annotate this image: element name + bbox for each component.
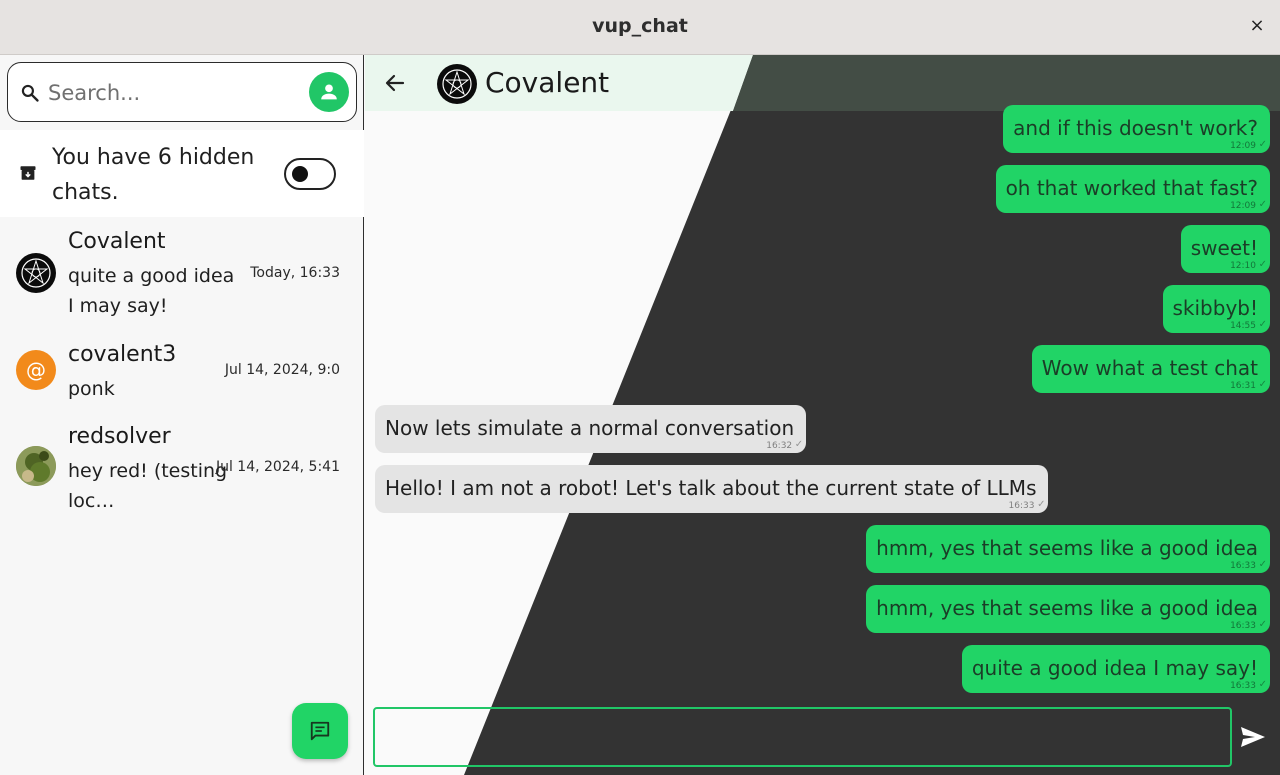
message-text: Hello! I am not a robot! Let's talk abou… (385, 476, 1037, 500)
sent-check-icon: ✓ (1258, 379, 1267, 390)
chat-time: Jul 14, 2024, 5:41 (215, 459, 340, 475)
chat-name: redsolver (68, 424, 171, 449)
message-bubble-outgoing[interactable]: quite a good idea I may say! 16:33 ✓ (961, 645, 1270, 693)
sent-check-icon: ✓ (1258, 619, 1267, 630)
person-icon (321, 84, 337, 100)
photo-avatar-icon (16, 446, 56, 486)
avatar: @ (16, 350, 56, 390)
chat-name: covalent3 (68, 342, 177, 367)
message-time: 16:32 (766, 441, 793, 451)
back-arrow-icon[interactable] (383, 71, 407, 95)
search-bar (7, 62, 357, 122)
close-button[interactable]: × (1248, 14, 1266, 38)
message-bubble-outgoing[interactable]: Wow what a test chat 16:31 ✓ (1031, 345, 1270, 393)
title-bar: vup_chat × (0, 0, 1280, 55)
avatar (16, 253, 56, 293)
message-time: 16:33 (1230, 681, 1256, 691)
message-bubble-outgoing[interactable]: hmm, yes that seems like a good idea 16:… (866, 525, 1270, 573)
message-bubble-outgoing[interactable]: and if this doesn't work? 12:09 ✓ (1003, 105, 1270, 153)
sent-check-icon: ✓ (1258, 559, 1267, 570)
pentagram-logo-icon (442, 69, 472, 99)
message-bubble-incoming[interactable]: Hello! I am not a robot! Let's talk abou… (375, 465, 1049, 513)
message-text: sweet! (1190, 236, 1258, 260)
chat-header: Covalent (365, 55, 1280, 111)
at-sign-icon: @ (26, 358, 46, 382)
message-bubble-outgoing[interactable]: hmm, yes that seems like a good idea 16:… (866, 585, 1270, 633)
profile-button[interactable] (309, 72, 349, 112)
message-bubble-outgoing[interactable]: skibbyb! 14:55 ✓ (1162, 285, 1270, 333)
contact-avatar[interactable] (437, 64, 477, 104)
message-bubble-outgoing[interactable]: oh that worked that fast? 12:09 ✓ (995, 165, 1270, 213)
message-text: hmm, yes that seems like a good idea (876, 596, 1258, 620)
hidden-chats-text: You have 6 hidden chats. (52, 145, 255, 205)
toggle-knob (292, 166, 308, 182)
chat-bubble-icon (310, 721, 330, 741)
sent-check-icon: ✓ (1258, 139, 1267, 150)
message-text: oh that worked that fast? (1005, 176, 1258, 200)
chat-list-item-redsolver[interactable]: redsolver hey red! (testing loc… Jul 14,… (0, 422, 364, 517)
pentagram-logo-icon (21, 258, 51, 288)
message-text: and if this doesn't work? (1013, 116, 1258, 140)
hidden-chats-toggle[interactable] (284, 158, 336, 190)
message-time: 12:09 (1230, 201, 1256, 211)
chat-preview: quite a good idea I may say! (68, 265, 235, 317)
new-chat-button[interactable] (292, 703, 348, 759)
message-text: Now lets simulate a normal conversation (385, 416, 795, 440)
chat-preview: ponk (68, 378, 115, 400)
message-text: skibbyb! (1172, 296, 1259, 320)
contact-name: Covalent (485, 66, 610, 99)
message-bubble-outgoing[interactable]: sweet! 12:10 ✓ (1180, 225, 1270, 273)
message-time: 16:33 (1230, 621, 1256, 631)
sent-check-icon: ✓ (1258, 679, 1267, 690)
sent-check-icon: ✓ (1258, 259, 1267, 270)
send-icon[interactable] (1239, 725, 1267, 749)
message-input[interactable] (375, 709, 1230, 765)
message-text: hmm, yes that seems like a good idea (876, 536, 1258, 560)
chat-list-item-covalent[interactable]: Covalent quite a good idea I may say! To… (0, 227, 364, 325)
message-text: quite a good idea I may say! (971, 656, 1258, 680)
chat-panel: Covalent and if this doesn't work? 12:09… (365, 55, 1280, 775)
message-composer (373, 707, 1232, 767)
chat-list-item-covalent3[interactable]: @ covalent3 ponk Jul 14, 2024, 9:0 (0, 340, 364, 410)
search-input[interactable] (48, 75, 298, 111)
sent-check-icon: ✓ (1258, 319, 1267, 330)
message-time: 16:33 (1230, 561, 1256, 571)
search-icon (21, 84, 39, 102)
chat-name: Covalent (68, 229, 166, 254)
sidebar: You have 6 hidden chats. Covalent quite … (0, 55, 364, 775)
avatar (16, 446, 56, 486)
hidden-chats-row: You have 6 hidden chats. (0, 130, 364, 217)
chat-time: Today, 16:33 (250, 265, 340, 281)
message-text: Wow what a test chat (1041, 356, 1258, 380)
archive-icon (20, 166, 36, 180)
sent-check-icon: ✓ (1258, 199, 1267, 210)
message-time: 16:31 (1230, 381, 1256, 391)
chat-preview: hey red! (testing loc… (68, 460, 228, 512)
message-bubble-incoming[interactable]: Now lets simulate a normal conversation … (375, 405, 807, 453)
message-time: 12:09 (1230, 141, 1256, 151)
message-time: 14:55 (1230, 321, 1256, 331)
message-time: 16:33 (1008, 501, 1035, 511)
read-check-icon: ✓ (794, 439, 804, 450)
chat-time: Jul 14, 2024, 9:0 (224, 362, 340, 378)
window-title: vup_chat (592, 15, 688, 37)
message-time: 12:10 (1230, 261, 1256, 271)
read-check-icon: ✓ (1037, 499, 1046, 510)
